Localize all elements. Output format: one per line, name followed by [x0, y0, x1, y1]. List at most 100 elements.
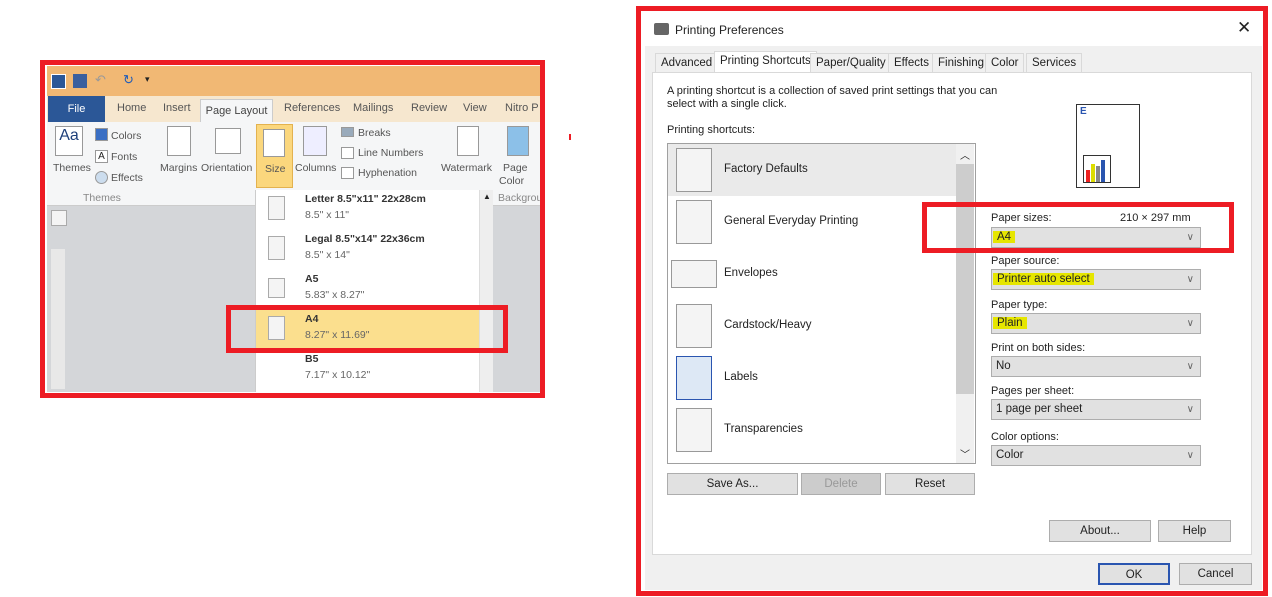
printer-icon — [654, 23, 669, 35]
page-icon — [268, 278, 285, 298]
watermark-button[interactable]: Watermark — [441, 162, 492, 174]
watermark-icon — [457, 126, 479, 156]
columns-button[interactable]: Columns — [295, 162, 336, 174]
option-title: A5 — [305, 273, 319, 285]
delete-button[interactable]: Delete — [801, 473, 881, 495]
colors-icon — [95, 128, 108, 141]
tab-page-layout[interactable]: Page Layout — [200, 99, 273, 122]
close-icon[interactable]: ✕ — [1237, 18, 1251, 38]
dialog-title: Printing Preferences — [675, 23, 784, 37]
chevron-down-icon: ∨ — [1186, 361, 1194, 372]
tab-color[interactable]: Color — [985, 53, 1025, 73]
pages-per-sheet-value: 1 page per sheet — [996, 403, 1083, 415]
themes-icon[interactable]: Aa — [55, 126, 83, 156]
chevron-down-icon: ∨ — [1186, 318, 1194, 329]
redo-icon[interactable]: ↻ — [123, 72, 134, 88]
tab-finishing[interactable]: Finishing — [932, 53, 991, 73]
hyphenation-button[interactable]: Hyphenation — [358, 167, 417, 179]
ok-button[interactable]: OK — [1098, 563, 1170, 585]
shortcut-label: Transparencies — [724, 423, 803, 435]
option-title: Legal 8.5"x14" 22x36cm — [305, 233, 425, 245]
themes-button[interactable]: Themes — [53, 162, 91, 174]
size-option-letter[interactable]: Letter 8.5"x11" 22x28cm 8.5" x 11" — [256, 190, 479, 230]
shortcuts-list[interactable]: Factory Defaults General Everyday Printi… — [667, 143, 976, 464]
paper-type-select[interactable]: Plain ∨ — [991, 313, 1201, 334]
size-icon — [263, 129, 285, 157]
cancel-button[interactable]: Cancel — [1179, 563, 1252, 585]
margins-button[interactable]: Margins — [160, 162, 197, 174]
page-color-button-line2[interactable]: Color — [499, 175, 524, 187]
factory-defaults-icon — [676, 148, 712, 192]
tab-printing-shortcuts[interactable]: Printing Shortcuts — [714, 51, 817, 74]
tab-paper-quality[interactable]: Paper/Quality — [810, 53, 892, 73]
effects-button[interactable]: Effects — [111, 172, 143, 184]
paper-source-select[interactable]: Printer auto select ∨ — [991, 269, 1201, 290]
list-scrollbar[interactable]: ︿ ﹀ — [956, 144, 974, 463]
tab-advanced[interactable]: Advanced — [655, 53, 719, 73]
customize-icon[interactable]: ▾ — [145, 74, 150, 85]
pages-per-sheet-select[interactable]: 1 page per sheet ∨ — [991, 399, 1201, 420]
shortcut-factory-defaults[interactable]: Factory Defaults — [668, 144, 956, 196]
effects-icon — [95, 171, 108, 184]
shortcut-labels[interactable]: Labels — [668, 352, 956, 404]
save-icon[interactable] — [73, 74, 87, 88]
transparency-icon — [676, 408, 712, 452]
tab-services[interactable]: Services — [1026, 53, 1083, 73]
size-option-a5[interactable]: A5 5.83" x 8.27" — [256, 270, 479, 310]
line-numbers-button[interactable]: Line Numbers — [358, 147, 423, 159]
size-label: Size — [265, 163, 286, 175]
scroll-up-icon[interactable]: ▲ — [483, 192, 491, 201]
tab-file[interactable]: File — [48, 96, 105, 122]
color-options-label: Color options: — [991, 431, 1059, 443]
colors-button[interactable]: Colors — [111, 130, 141, 142]
document-icon — [676, 200, 712, 244]
tab-selector[interactable] — [51, 210, 67, 226]
stray-mark — [569, 134, 571, 140]
tab-effects[interactable]: Effects — [888, 53, 935, 73]
pages-per-sheet-label: Pages per sheet: — [991, 385, 1075, 397]
breaks-button[interactable]: Breaks — [358, 127, 391, 139]
color-options-select[interactable]: Color ∨ — [991, 445, 1201, 466]
word-title-bar: ↶ ↻ ▾ — [47, 66, 540, 96]
both-sides-value: No — [996, 360, 1011, 372]
tab-review[interactable]: Review — [411, 102, 447, 114]
printing-preferences-dialog: Printing Preferences ✕ Advanced Printing… — [645, 14, 1262, 590]
undo-icon[interactable]: ↶ — [95, 72, 106, 88]
page-color-button[interactable]: Page — [503, 162, 528, 174]
paper-type-value: Plain — [993, 317, 1027, 329]
tab-insert[interactable]: Insert — [163, 102, 191, 114]
shortcut-label: Cardstock/Heavy — [724, 319, 812, 331]
orientation-button[interactable]: Orientation — [201, 162, 252, 174]
tab-references[interactable]: References — [284, 102, 340, 114]
scrollbar-thumb[interactable] — [956, 164, 974, 394]
size-option-b5[interactable]: B5 7.17" x 10.12" — [256, 350, 479, 390]
fonts-button[interactable]: Fonts — [111, 151, 137, 163]
tab-nitro[interactable]: Nitro P — [505, 102, 539, 114]
tab-view[interactable]: View — [463, 102, 487, 114]
scroll-up-icon[interactable]: ︿ — [960, 147, 970, 162]
scroll-down-icon[interactable]: ﹀ — [960, 446, 970, 461]
shortcut-transparencies[interactable]: Transparencies — [668, 404, 956, 456]
tab-home[interactable]: Home — [117, 102, 146, 114]
about-button[interactable]: About... — [1049, 520, 1151, 542]
shortcut-label: General Everyday Printing — [724, 215, 859, 227]
tab-mailings[interactable]: Mailings — [353, 102, 393, 114]
option-title: B5 — [305, 353, 319, 365]
both-sides-label: Print on both sides: — [991, 342, 1086, 354]
document-preview-icon: E — [1076, 104, 1140, 188]
shortcut-general-everyday[interactable]: General Everyday Printing — [668, 196, 956, 248]
both-sides-select[interactable]: No ∨ — [991, 356, 1201, 377]
vertical-ruler — [51, 249, 65, 389]
orientation-icon — [215, 128, 241, 154]
annotation-box-a4 — [226, 305, 508, 353]
help-button[interactable]: Help — [1158, 520, 1231, 542]
size-dropdown-menu: Letter 8.5"x11" 22x28cm 8.5" x 11" Legal … — [255, 190, 493, 392]
dropdown-scrollbar[interactable]: ▲ — [479, 190, 493, 392]
size-option-legal[interactable]: Legal 8.5"x14" 22x36cm 8.5" x 14" — [256, 230, 479, 270]
reset-button[interactable]: Reset — [885, 473, 975, 495]
shortcut-envelopes[interactable]: Envelopes — [668, 248, 956, 300]
size-button[interactable]: Size — [256, 124, 293, 188]
shortcut-cardstock[interactable]: Cardstock/Heavy — [668, 300, 956, 352]
save-as-button[interactable]: Save As... — [667, 473, 798, 495]
shortcuts-label: Printing shortcuts: — [667, 124, 756, 136]
